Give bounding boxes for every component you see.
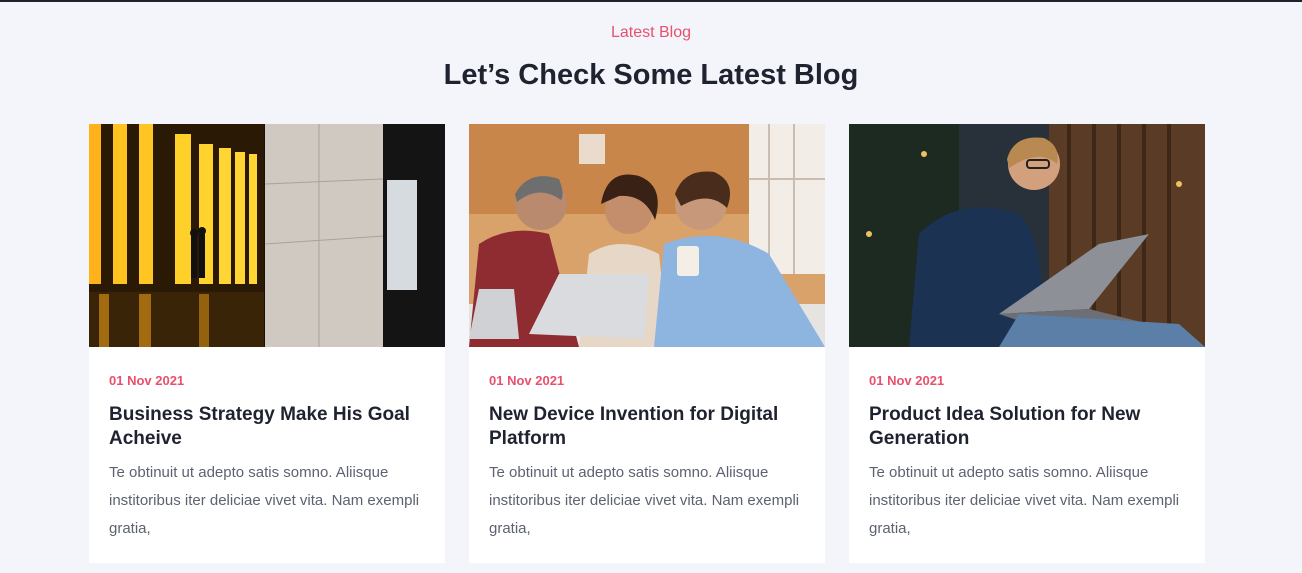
section-heading: Let’s Check Some Latest Blog bbox=[443, 59, 859, 91]
post-date: 01 Nov 2021 bbox=[109, 373, 185, 388]
post-title-link[interactable]: New Device Invention for Digital Platfor… bbox=[489, 403, 809, 451]
blog-card[interactable]: 01 Nov 2021 Product Idea Solution for Ne… bbox=[849, 124, 1205, 563]
blog-thumbnail-image[interactable] bbox=[849, 124, 1205, 347]
post-excerpt: Te obtinuit ut adepto satis somno. Aliis… bbox=[489, 464, 800, 537]
blog-card[interactable]: 01 Nov 2021 Business Strategy Make His G… bbox=[89, 124, 445, 563]
post-excerpt: Te obtinuit ut adepto satis somno. Aliis… bbox=[109, 464, 420, 537]
post-title-link[interactable]: Product Idea Solution for New Generation bbox=[869, 403, 1189, 451]
post-title-link[interactable]: Business Strategy Make His Goal Acheive bbox=[109, 403, 429, 451]
blog-card[interactable]: 01 Nov 2021 New Device Invention for Dig… bbox=[469, 124, 825, 563]
section-eyebrow: Latest Blog bbox=[610, 24, 692, 41]
blog-thumbnail-image[interactable] bbox=[89, 124, 445, 347]
post-date: 01 Nov 2021 bbox=[869, 373, 945, 388]
post-excerpt: Te obtinuit ut adepto satis somno. Aliis… bbox=[869, 464, 1180, 537]
top-border bbox=[0, 0, 1302, 2]
blog-thumbnail-image[interactable] bbox=[469, 124, 825, 347]
post-date: 01 Nov 2021 bbox=[489, 373, 565, 388]
